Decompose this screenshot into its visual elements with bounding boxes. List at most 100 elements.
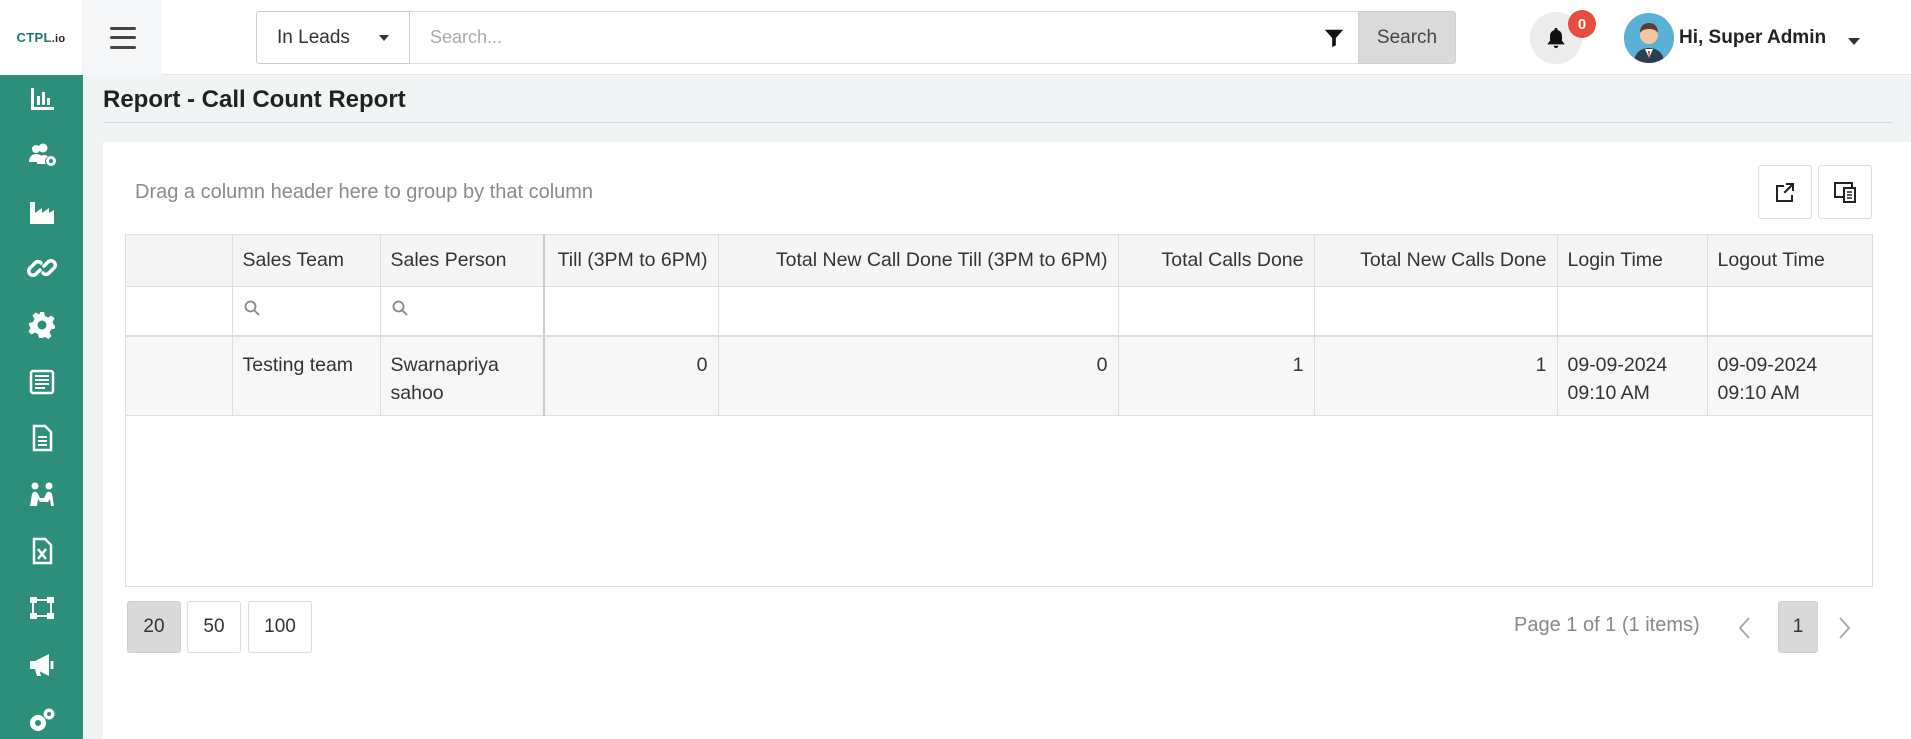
filter-icon [1324,29,1344,47]
notification-count-badge: 0 [1568,10,1596,38]
newspaper-icon [29,369,54,395]
header-row: Sales Team Sales Person Till (3PM to 6PM… [126,235,1873,287]
column-header-select[interactable] [126,235,233,287]
column-header-total-calls[interactable]: Total Calls Done [1118,235,1315,287]
search-icon [244,300,260,316]
search-button[interactable]: Search [1358,11,1456,64]
next-page-button[interactable] [1830,608,1860,648]
cell-sales-team: Testing team [232,336,381,416]
page-size-100-button[interactable]: 100 [248,601,312,653]
sidebar-item-reports[interactable] [0,75,83,123]
column-header-sales-team[interactable]: Sales Team [232,235,381,287]
gear-icon [28,312,55,339]
column-chooser-icon [1834,182,1856,203]
avatar [1624,13,1674,63]
column-header-login-time[interactable]: Login Time [1557,235,1708,287]
document-icon [32,424,52,452]
logo-suffix: .io [51,33,66,45]
table-row[interactable]: Testing team Swarnapriya sahoo 0 0 1 1 09… [126,336,1873,416]
sidebar-item-documents[interactable] [0,414,83,462]
caret-down-icon [379,34,389,41]
cell-total-new-calls: 1 [1314,336,1558,416]
sidebar-item-meetings[interactable] [0,471,83,519]
column-header-new-till-3-6[interactable]: Total New Call Done Till (3PM to 6PM) [718,235,1119,287]
sidebar-item-settings[interactable] [0,301,83,349]
column-header-till-3-6[interactable]: Till (3PM to 6PM) [544,235,719,287]
export-button[interactable] [1758,165,1812,219]
page-size-20-button[interactable]: 20 [127,601,181,653]
logout-date: 09-09-2024 [1717,354,1818,376]
filter-cell [126,286,233,337]
bar-chart-icon [30,88,54,110]
search-icon [392,300,408,316]
filter-cell[interactable] [1118,286,1315,337]
column-chooser-button[interactable] [1818,165,1872,219]
filter-cell-sales-person[interactable] [380,286,545,337]
title-divider [103,122,1893,123]
link-icon [26,259,57,277]
notifications-button[interactable]: 0 [1530,10,1596,64]
sales-person-second-line: sahoo [390,382,444,404]
menu-toggle-button[interactable] [83,0,162,75]
page-size-50-button[interactable]: 50 [187,601,241,653]
sidebar [0,75,83,739]
prev-page-button[interactable] [1729,608,1759,648]
sidebar-item-links[interactable] [0,244,83,292]
filter-cell[interactable] [544,286,719,337]
page-title: Report - Call Count Report [103,86,406,113]
industry-icon [29,202,54,224]
hamburger-icon [109,26,136,49]
group-panel-hint: Drag a column header here to group by th… [135,181,594,203]
sidebar-item-industry[interactable] [0,188,83,236]
people-meeting-icon [29,482,54,506]
user-greeting: Hi, Super Admin [1679,27,1827,48]
filter-cell[interactable] [1707,286,1873,337]
logo-text: CTPL [16,30,52,45]
login-date: 09-09-2024 [1567,354,1668,376]
export-icon [1776,183,1794,202]
sidebar-item-users[interactable] [0,131,83,179]
bell-icon [1547,27,1565,49]
cell-total-calls: 1 [1118,336,1315,416]
report-panel: Drag a column header here to group by th… [103,142,1911,739]
sidebar-item-news[interactable] [0,358,83,406]
cell-till-3-6: 0 [544,336,719,416]
search-input[interactable] [410,11,1310,64]
logo[interactable]: CTPL.io [0,0,83,75]
filter-button[interactable] [1310,11,1358,64]
logout-clock: 09:10 AM [1717,382,1800,404]
chevron-left-icon [1738,617,1750,639]
users-cog-icon [28,143,56,166]
sidebar-item-excel[interactable] [0,527,83,575]
search-scope-select[interactable]: In Leads [256,11,410,64]
column-header-logout-time[interactable]: Logout Time [1707,235,1873,287]
column-header-total-new-calls[interactable]: Total New Calls Done [1314,235,1558,287]
cell-login-time: 09-09-2024 09:10 AM [1557,336,1708,416]
network-icon [29,597,54,619]
sidebar-item-network[interactable] [0,584,83,632]
search-bar: In Leads Search [256,11,1456,64]
search-scope-value: In Leads [277,26,350,48]
report-table: Sales Team Sales Person Till (3PM to 6PM… [126,235,1873,416]
filter-cell-sales-team[interactable] [232,286,381,337]
megaphone-icon [29,654,53,676]
caret-down-icon [1848,37,1861,45]
column-header-sales-person[interactable]: Sales Person [380,235,545,287]
page-1-button[interactable]: 1 [1778,601,1818,653]
login-clock: 09:10 AM [1567,382,1650,404]
report-grid: Sales Team Sales Person Till (3PM to 6PM… [125,234,1873,587]
row-select-cell[interactable] [126,336,233,416]
filter-cell[interactable] [718,286,1119,337]
filter-row [126,286,1873,337]
filter-cell[interactable] [1557,286,1708,337]
cell-new-till-3-6: 0 [718,336,1119,416]
sidebar-item-admin[interactable] [0,697,83,739]
sales-person-first-line: Swarnapriya [390,354,499,376]
top-bar: CTPL.io In Leads Search 0 Hi [0,0,1911,75]
filter-cell[interactable] [1314,286,1558,337]
user-menu[interactable]: Hi, Super Admin [1624,12,1861,64]
sidebar-item-campaigns[interactable] [0,641,83,689]
excel-file-icon [32,537,52,565]
chevron-right-icon [1839,617,1851,639]
cogs-icon [29,708,54,731]
